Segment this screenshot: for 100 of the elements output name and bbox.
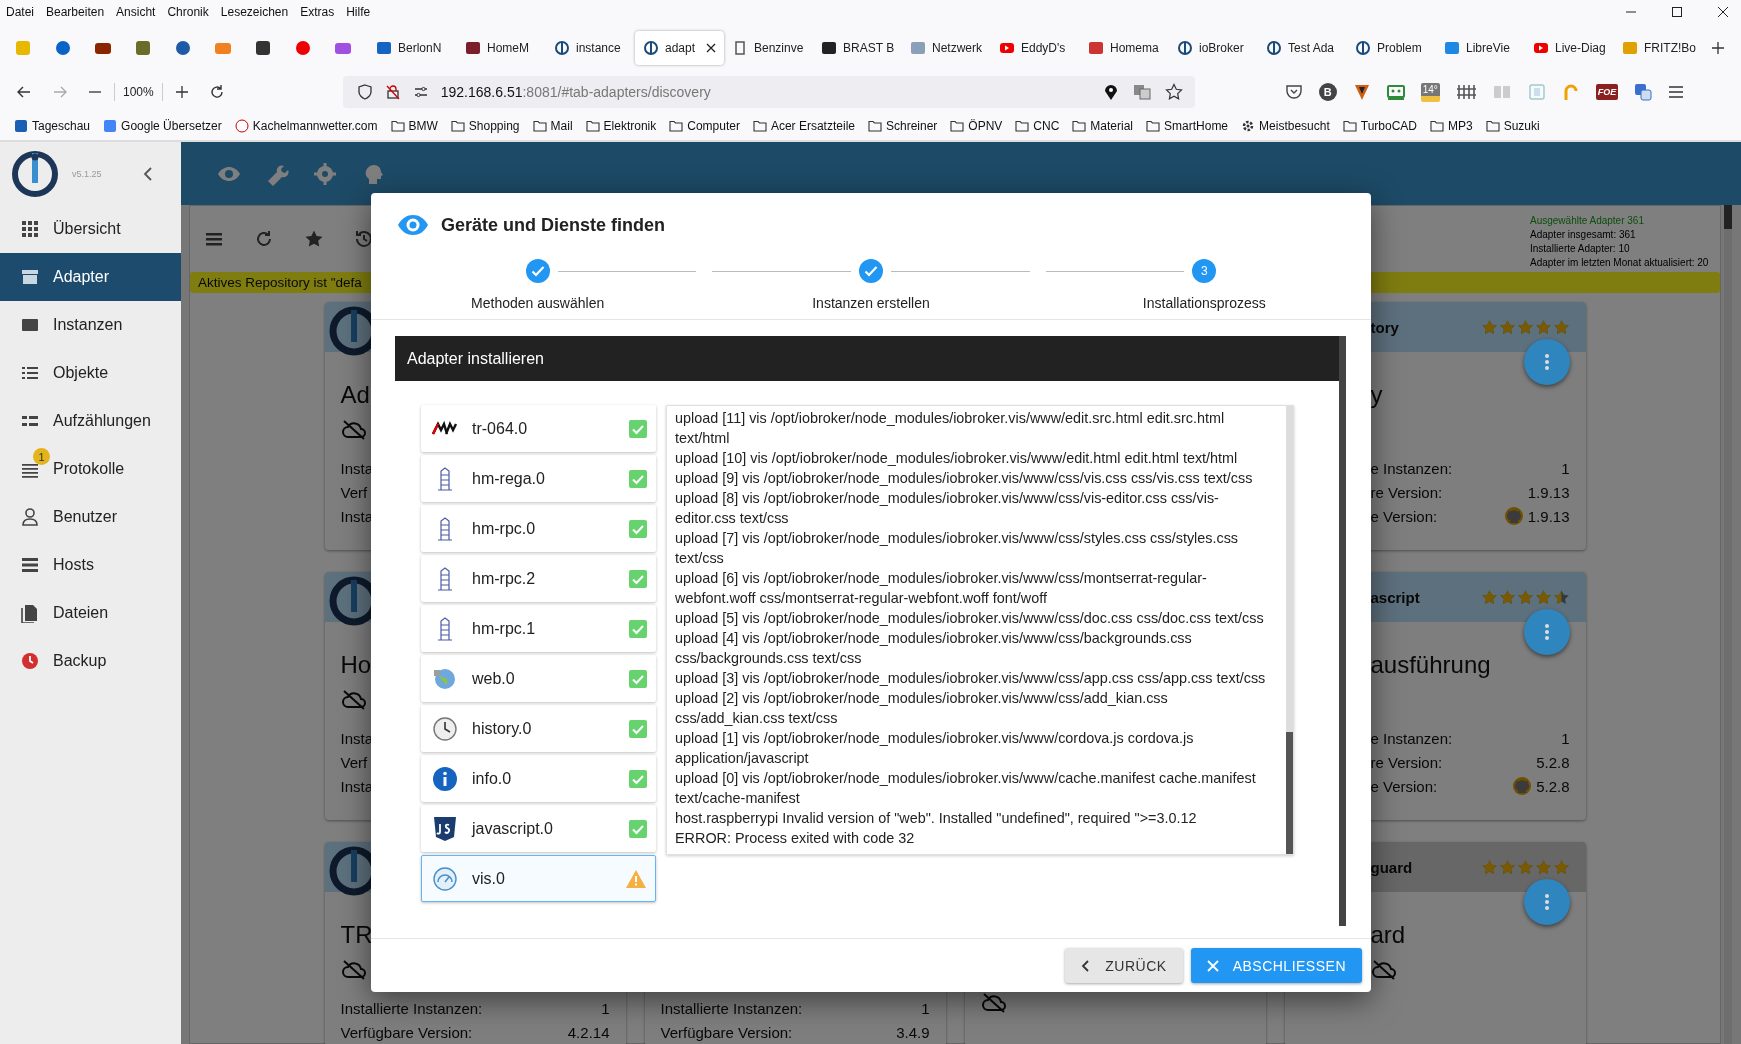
browser-tab[interactable]: Netzwerk	[902, 31, 991, 65]
bookmark[interactable]: Kachelmannwetter.com	[234, 119, 378, 133]
menu-item[interactable]: Hilfe	[346, 5, 371, 19]
history-icon[interactable]	[354, 229, 374, 249]
browser-tab[interactable]: BRAST B	[813, 31, 902, 65]
sidebar-item[interactable]: 1 Protokolle	[0, 445, 181, 493]
scrollbar[interactable]	[1286, 406, 1293, 854]
browser-tab[interactable]: Problem	[1347, 31, 1436, 65]
bookmark[interactable]: Mail	[532, 119, 573, 133]
pinned-tab-icon[interactable]	[174, 39, 192, 57]
bookmark[interactable]: SmartHome	[1146, 119, 1229, 133]
fence-icon[interactable]	[1455, 83, 1476, 101]
scrollbar[interactable]	[1724, 205, 1732, 1044]
adapter-list-item[interactable]: hm-rpc.2	[421, 555, 656, 602]
browser-tab[interactable]: EddyD's	[991, 31, 1080, 65]
location-pin-icon[interactable]	[1102, 83, 1119, 101]
adapter-list-item[interactable]: info.0	[421, 755, 656, 802]
zoom-in-icon[interactable]	[174, 85, 189, 99]
browser-tab[interactable]: BerlonN	[368, 31, 457, 65]
pinned-tab-icon[interactable]	[54, 39, 72, 57]
permissions-icon[interactable]	[412, 84, 429, 100]
bookmark[interactable]: Elektronik	[585, 119, 657, 133]
adapter-list-item[interactable]: javascript.0	[421, 805, 656, 852]
more-button[interactable]	[1523, 609, 1570, 655]
menu-icon[interactable]	[1668, 85, 1685, 99]
maximize-icon[interactable]	[1671, 6, 1683, 18]
adapter-list-item[interactable]: tr-064.0	[421, 405, 656, 452]
collapse-icon[interactable]	[143, 166, 153, 182]
adapter-list-item[interactable]: vis.0	[421, 855, 656, 902]
zoom-level[interactable]: 100%	[114, 83, 163, 101]
pinned-tab-icon[interactable]	[134, 39, 152, 57]
menu-item[interactable]: Bearbeiten	[46, 5, 105, 19]
settings-icon[interactable]	[313, 161, 337, 186]
back-button[interactable]: ZURÜCK	[1065, 948, 1183, 983]
bookmark[interactable]: Computer	[669, 119, 740, 133]
bookmark[interactable]: BMW	[390, 119, 438, 133]
insecure-lock-icon[interactable]	[384, 84, 401, 100]
close-icon[interactable]	[1717, 6, 1729, 18]
menu-item[interactable]: Lesezeichen	[220, 5, 289, 19]
bookmark[interactable]: Acer Ersatzteile	[752, 119, 855, 133]
menu-item[interactable]: Ansicht	[116, 5, 156, 19]
back-icon[interactable]	[16, 84, 32, 100]
menu-item[interactable]: Datei	[6, 5, 34, 19]
pinned-tab-icon[interactable]	[254, 39, 272, 57]
reload-icon[interactable]	[208, 84, 225, 100]
address-bar[interactable]: 192.168.6.51:8081/#tab-adapters/discovery	[342, 76, 1195, 108]
bookmark[interactable]: Meistbesucht	[1241, 119, 1330, 133]
adapter-list-item[interactable]: hm-rpc.0	[421, 505, 656, 552]
brave-icon[interactable]	[1352, 83, 1371, 101]
adapter-list-item[interactable]: web.0	[421, 655, 656, 702]
translate-icon[interactable]	[1132, 83, 1151, 101]
adapter-list-item[interactable]: hm-rpc.1	[421, 605, 656, 652]
browser-tab[interactable]: instance	[546, 31, 635, 65]
browser-tab[interactable]: FRITZ!Bo	[1614, 31, 1703, 65]
game-extension-button[interactable]: FOE	[1595, 84, 1619, 100]
bookmark[interactable]: MP3	[1430, 119, 1473, 133]
sidebar-item[interactable]: Dateien	[0, 589, 181, 637]
sidebar-item[interactable]: Adapter	[0, 253, 181, 301]
translate-icon[interactable]	[1634, 83, 1653, 101]
sidebar-item[interactable]: Objekte	[0, 349, 181, 397]
adapter-list-item[interactable]: history.0	[421, 705, 656, 752]
more-button[interactable]	[1523, 339, 1570, 385]
shield-icon[interactable]	[356, 84, 373, 100]
adapter-list-item[interactable]: hm-rega.0	[421, 455, 656, 502]
browser-tab[interactable]: Live-Diag	[1525, 31, 1614, 65]
bookmark-star-icon[interactable]	[1164, 83, 1183, 101]
bookmark[interactable]: Suzuki	[1485, 119, 1540, 133]
pocket-icon[interactable]	[1284, 83, 1303, 101]
sidebar-item[interactable]: Backup	[0, 637, 181, 685]
bookmark[interactable]: Material	[1072, 119, 1134, 133]
browser-tab[interactable]: Test Ada	[1258, 31, 1347, 65]
bookmark[interactable]: CNC	[1015, 119, 1060, 133]
bookmark[interactable]: Tageschau	[14, 119, 91, 133]
star-icon[interactable]	[304, 229, 324, 249]
browser-tab[interactable]: ioBroker	[1169, 31, 1258, 65]
browser-tab[interactable]: Homema	[1080, 31, 1169, 65]
bookmark[interactable]: Google Übersetzer	[103, 119, 222, 133]
more-button[interactable]	[1523, 879, 1570, 925]
menu-item[interactable]: Extras	[300, 5, 335, 19]
close-tab-icon[interactable]	[706, 43, 716, 53]
scrollbar[interactable]	[1339, 336, 1346, 926]
bookmark[interactable]: TurboCAD	[1342, 119, 1417, 133]
cassette-icon[interactable]	[1386, 83, 1405, 101]
sidebar-item[interactable]: Benutzer	[0, 493, 181, 541]
extension-button[interactable]: B	[1318, 83, 1337, 101]
refresh-icon[interactable]	[254, 229, 274, 249]
sidebar-item[interactable]: Hosts	[0, 541, 181, 589]
weather-button[interactable]: 14°	[1420, 82, 1440, 102]
sidebar-item[interactable]: Übersicht	[0, 205, 181, 253]
browser-tab[interactable]: adapt	[635, 31, 724, 65]
new-tab-icon[interactable]	[1711, 41, 1725, 55]
sidebar-item[interactable]: Instanzen	[0, 301, 181, 349]
browser-tab[interactable]: HomeM	[457, 31, 546, 65]
browser-tab[interactable]: LibreVie	[1436, 31, 1525, 65]
sidebar-item[interactable]: Aufzählungen	[0, 397, 181, 445]
bookmark[interactable]: ÖPNV	[950, 119, 1003, 133]
bookmark[interactable]: Schreiner	[867, 119, 938, 133]
browser-tab[interactable]: Benzinve	[724, 31, 813, 65]
bookmark[interactable]: Shopping	[450, 119, 520, 133]
menu-item[interactable]: Chronik	[167, 5, 209, 19]
